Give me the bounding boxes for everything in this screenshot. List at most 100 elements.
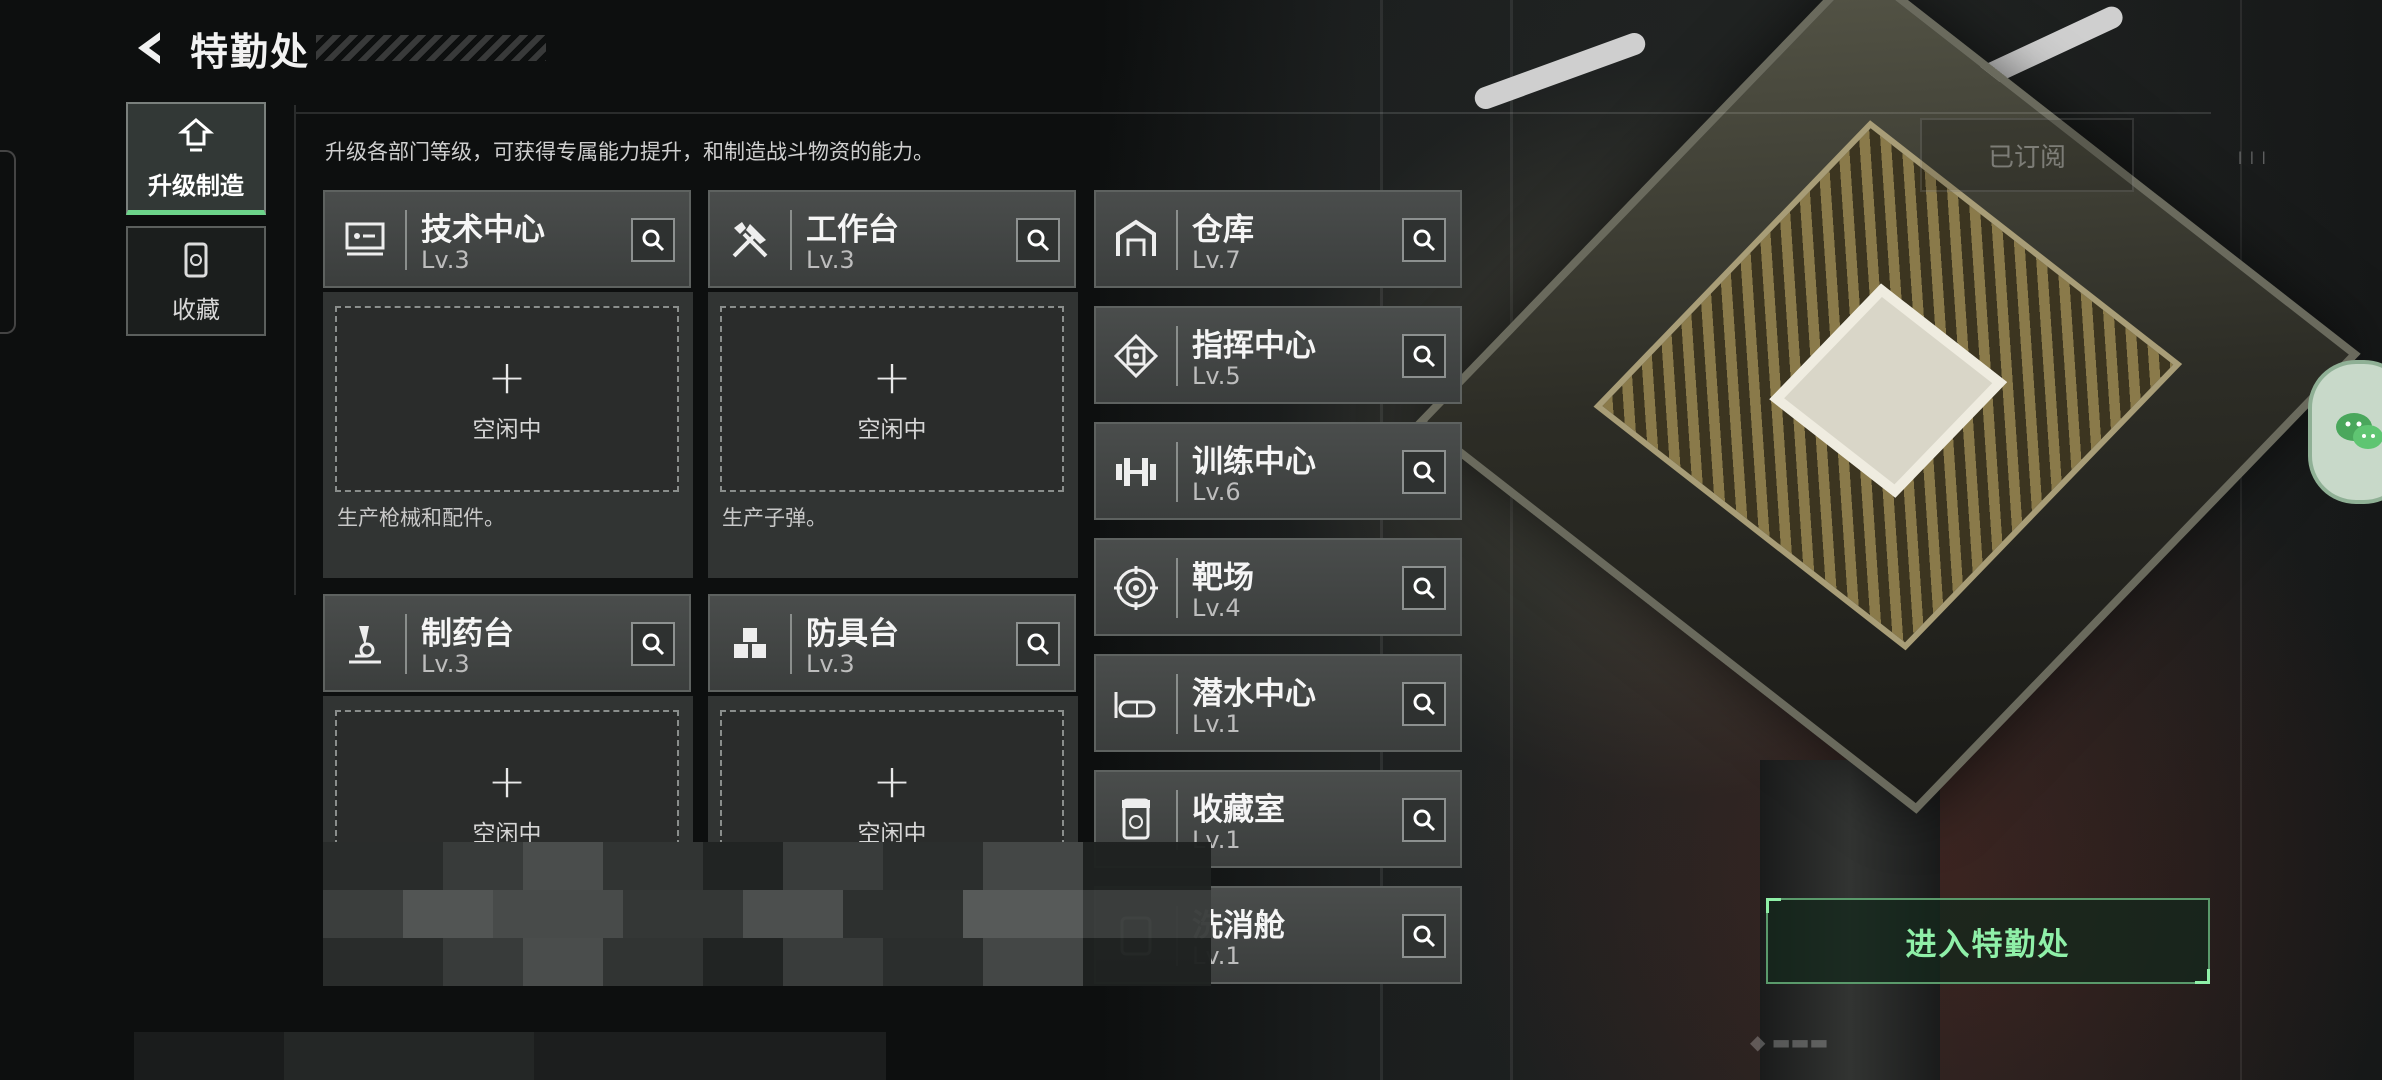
facility-name: 潜水中心: [1192, 676, 1316, 712]
search-icon: [1413, 693, 1436, 716]
search-icon: [642, 633, 665, 656]
tab-upgrade-craft[interactable]: 升级制造: [126, 102, 266, 215]
subscribed-badge: 已订阅: [1920, 118, 2134, 192]
search-icon: [1413, 809, 1436, 832]
facility-name: 靶场: [1192, 560, 1254, 596]
facility-name: 制药台: [421, 616, 514, 652]
facility-level: Lv.7: [1192, 246, 1241, 274]
inspect-button[interactable]: [1402, 566, 1446, 610]
workbench-description: 生产枪械和配件。: [337, 506, 505, 530]
collection-pod-icon: [1110, 794, 1162, 846]
workbench-header-workbench[interactable]: 工作台 Lv.3: [708, 190, 1076, 288]
page-title: 特勤处: [190, 29, 311, 74]
separator: [405, 614, 407, 674]
facility-level: Lv.5: [1192, 362, 1241, 390]
tab-label: 升级制造: [148, 171, 244, 200]
search-icon: [1413, 925, 1436, 948]
separator: [1176, 674, 1178, 734]
inspect-button[interactable]: [1402, 218, 1446, 262]
workbench-header-tech-center[interactable]: 技术中心 Lv.3: [323, 190, 691, 288]
plus-icon: +: [872, 350, 912, 404]
divider: [294, 105, 296, 595]
target-icon: [1110, 562, 1162, 614]
slot-status: 空闲中: [857, 821, 927, 842]
bg-beam: [1510, 0, 1513, 1080]
separator: [1176, 558, 1178, 618]
production-panel: + 空闲中: [708, 696, 1078, 842]
wechat-icon: [2336, 413, 2382, 449]
slot-status: 空闲中: [472, 417, 542, 443]
slot-status: 空闲中: [472, 821, 542, 842]
inspect-button[interactable]: [1402, 798, 1446, 842]
facility-level: Lv.1: [1192, 710, 1241, 738]
production-slot[interactable]: + 空闲中: [335, 710, 679, 842]
workbench-header-pharmacy[interactable]: 制药台 Lv.3: [323, 594, 691, 692]
corner-accent: [2195, 969, 2210, 984]
inspect-button[interactable]: [631, 218, 675, 262]
back-button[interactable]: [128, 26, 172, 70]
tech-center-icon: [339, 214, 391, 266]
search-icon: [1413, 345, 1436, 368]
wechat-float-button[interactable]: [2308, 360, 2382, 504]
facility-name: 指挥中心: [1192, 328, 1316, 364]
production-slot[interactable]: + 空闲中: [720, 306, 1064, 492]
workbench-description: 生产子弹。: [722, 506, 827, 530]
facility-training-center[interactable]: 训练中心 Lv.6: [1094, 422, 1462, 520]
plus-icon: +: [487, 754, 527, 808]
inspect-button[interactable]: [1402, 334, 1446, 378]
page-subtitle: 升级各部门等级，可获得专属能力提升，和制造战斗物资的能力。: [325, 140, 934, 164]
plus-icon: +: [487, 350, 527, 404]
workbench-header-armor[interactable]: 防具台 Lv.3: [708, 594, 1076, 692]
separator: [1176, 326, 1178, 386]
search-icon: [1027, 229, 1050, 252]
collection-pod-icon: [184, 242, 208, 277]
search-icon: [1413, 461, 1436, 484]
production-slot[interactable]: + 空闲中: [720, 710, 1064, 842]
left-edge-handle[interactable]: [0, 150, 16, 334]
facility-level: Lv.6: [1192, 478, 1241, 506]
page-header: 特勤处: [128, 20, 547, 76]
tab-collection[interactable]: 收藏: [126, 226, 266, 336]
censored-area: [323, 842, 1211, 986]
facility-name: 工作台: [806, 212, 899, 248]
workbench-tools-icon: [724, 214, 776, 266]
facility-shooting-range[interactable]: 靶场 Lv.4: [1094, 538, 1462, 636]
inspect-button[interactable]: [1402, 682, 1446, 726]
facility-name: 防具台: [806, 616, 899, 652]
facility-diving-center[interactable]: 潜水中心 Lv.1: [1094, 654, 1462, 752]
production-panel: + 空闲中 生产子弹。: [708, 292, 1078, 578]
facility-warehouse[interactable]: 仓库 Lv.7: [1094, 190, 1462, 288]
armor-blocks-icon: [724, 618, 776, 670]
search-icon: [642, 229, 665, 252]
microscope-icon: [339, 618, 391, 670]
facility-level: Lv.3: [806, 246, 855, 274]
separator: [405, 210, 407, 270]
inspect-button[interactable]: [1402, 450, 1446, 494]
inspect-button[interactable]: [1016, 218, 1060, 262]
inspect-button[interactable]: [631, 622, 675, 666]
vault-cube-core: [1769, 283, 2008, 498]
deco-marker: | | |: [2238, 150, 2268, 164]
inspect-button[interactable]: [1016, 622, 1060, 666]
tab-label: 收藏: [172, 295, 220, 324]
command-chip-icon: [1110, 330, 1162, 382]
production-slot[interactable]: + 空闲中: [335, 306, 679, 492]
separator: [1176, 790, 1178, 850]
warehouse-icon: [1110, 214, 1162, 266]
production-panel: + 空闲中 生产枪械和配件。: [323, 292, 693, 578]
corner-accent: [1766, 898, 1781, 913]
facility-level: Lv.3: [421, 246, 470, 274]
search-icon: [1413, 577, 1436, 600]
enter-special-ops-button[interactable]: 进入特勤处: [1766, 898, 2210, 984]
facility-command-center[interactable]: 指挥中心 Lv.5: [1094, 306, 1462, 404]
facility-level: Lv.3: [421, 650, 470, 678]
facility-name: 技术中心: [421, 212, 545, 248]
upgrade-arrow-icon: [177, 117, 215, 151]
vault-cube-inner: [1593, 120, 2183, 651]
production-panel: + 空闲中: [323, 696, 693, 842]
back-arrow-icon: [138, 32, 160, 64]
enter-button-label: 进入特勤处: [1905, 926, 2071, 963]
plus-icon: +: [872, 754, 912, 808]
search-icon: [1027, 633, 1050, 656]
inspect-button[interactable]: [1402, 914, 1446, 958]
